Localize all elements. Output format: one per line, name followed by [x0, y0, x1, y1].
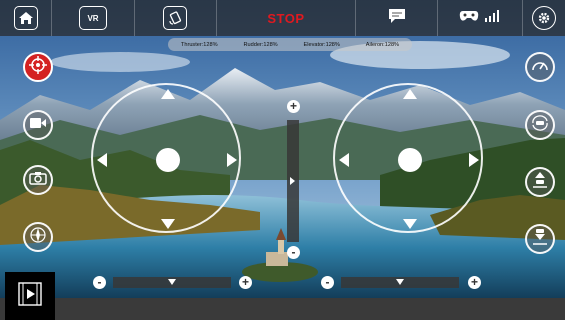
- aileron-trim-value: Aileron:128%: [365, 41, 400, 48]
- record-video-button[interactable]: [23, 110, 53, 140]
- video-camera-icon: [29, 116, 47, 135]
- headless-mode-button[interactable]: [23, 52, 53, 82]
- elevator-trim-value: Elevator:128%: [303, 41, 340, 48]
- left-joystick[interactable]: [91, 83, 241, 233]
- flip-360-icon: [531, 114, 549, 136]
- signal-bars-icon: [485, 9, 501, 27]
- right-trim-minus-button[interactable]: -: [321, 276, 334, 289]
- compass-calibrate-button[interactable]: [23, 222, 53, 252]
- vertical-trim-indicator: [290, 177, 295, 185]
- photo-camera-icon: [29, 171, 47, 190]
- message-icon: [387, 8, 407, 29]
- right-trim-indicator: [396, 279, 404, 285]
- trim-readout: Thruster:128% Rudder:128% Elevator:128% …: [168, 38, 412, 51]
- right-joystick-left-arrow: [339, 153, 349, 167]
- home-button[interactable]: [0, 0, 53, 36]
- gamepad-icon: [459, 9, 479, 27]
- media-gallery-button[interactable]: [5, 272, 55, 320]
- right-joystick-down-arrow: [403, 219, 417, 229]
- left-joystick-right-arrow: [227, 153, 237, 167]
- right-trim-plus-button[interactable]: +: [468, 276, 481, 289]
- message-button[interactable]: [356, 0, 439, 36]
- speed-button[interactable]: [525, 52, 555, 82]
- controller-status: [438, 0, 524, 36]
- gravity-sensor-button[interactable]: [135, 0, 217, 36]
- landing-button[interactable]: [525, 224, 555, 254]
- film-play-icon: [17, 281, 43, 312]
- vr-label: VR: [87, 13, 99, 23]
- vr-button[interactable]: VR: [52, 0, 135, 36]
- left-trim-indicator: [168, 279, 176, 285]
- vertical-trim-plus-button[interactable]: +: [287, 100, 300, 113]
- bottom-bar: [0, 298, 565, 320]
- left-horizontal-trim-slider[interactable]: [113, 277, 231, 288]
- right-joystick-right-arrow: [469, 153, 479, 167]
- phone-rotate-icon: [163, 6, 188, 30]
- takeoff-icon: [531, 171, 549, 194]
- left-joystick-down-arrow: [161, 219, 175, 229]
- left-joystick-knob[interactable]: [156, 148, 180, 172]
- left-joystick-up-arrow: [161, 89, 175, 99]
- stop-button[interactable]: STOP: [217, 0, 357, 36]
- right-joystick-up-arrow: [403, 89, 417, 99]
- left-trim-plus-button[interactable]: +: [239, 276, 252, 289]
- left-joystick-left-arrow: [97, 153, 107, 167]
- target-crosshair-icon: [29, 55, 47, 79]
- landing-icon: [531, 228, 549, 251]
- right-horizontal-trim-slider[interactable]: [341, 277, 459, 288]
- right-joystick-knob[interactable]: [398, 148, 422, 172]
- thruster-trim-value: Thruster:128%: [180, 41, 218, 48]
- flip-button[interactable]: [525, 110, 555, 140]
- top-toolbar: VR STOP: [0, 0, 565, 36]
- home-icon: [13, 6, 38, 30]
- left-trim-minus-button[interactable]: -: [93, 276, 106, 289]
- vertical-trim-slider[interactable]: [287, 120, 299, 242]
- vr-headset-icon: VR: [79, 6, 108, 30]
- vertical-trim-minus-button[interactable]: -: [287, 246, 300, 259]
- gear-icon: [532, 6, 557, 30]
- compass-icon: [29, 226, 47, 249]
- speedometer-icon: [531, 58, 549, 77]
- right-joystick[interactable]: [333, 83, 483, 233]
- takeoff-button[interactable]: [525, 167, 555, 197]
- take-photo-button[interactable]: [23, 165, 53, 195]
- stop-label: STOP: [267, 10, 305, 26]
- settings-button[interactable]: [523, 0, 565, 36]
- rudder-trim-value: Rudder:128%: [243, 41, 278, 48]
